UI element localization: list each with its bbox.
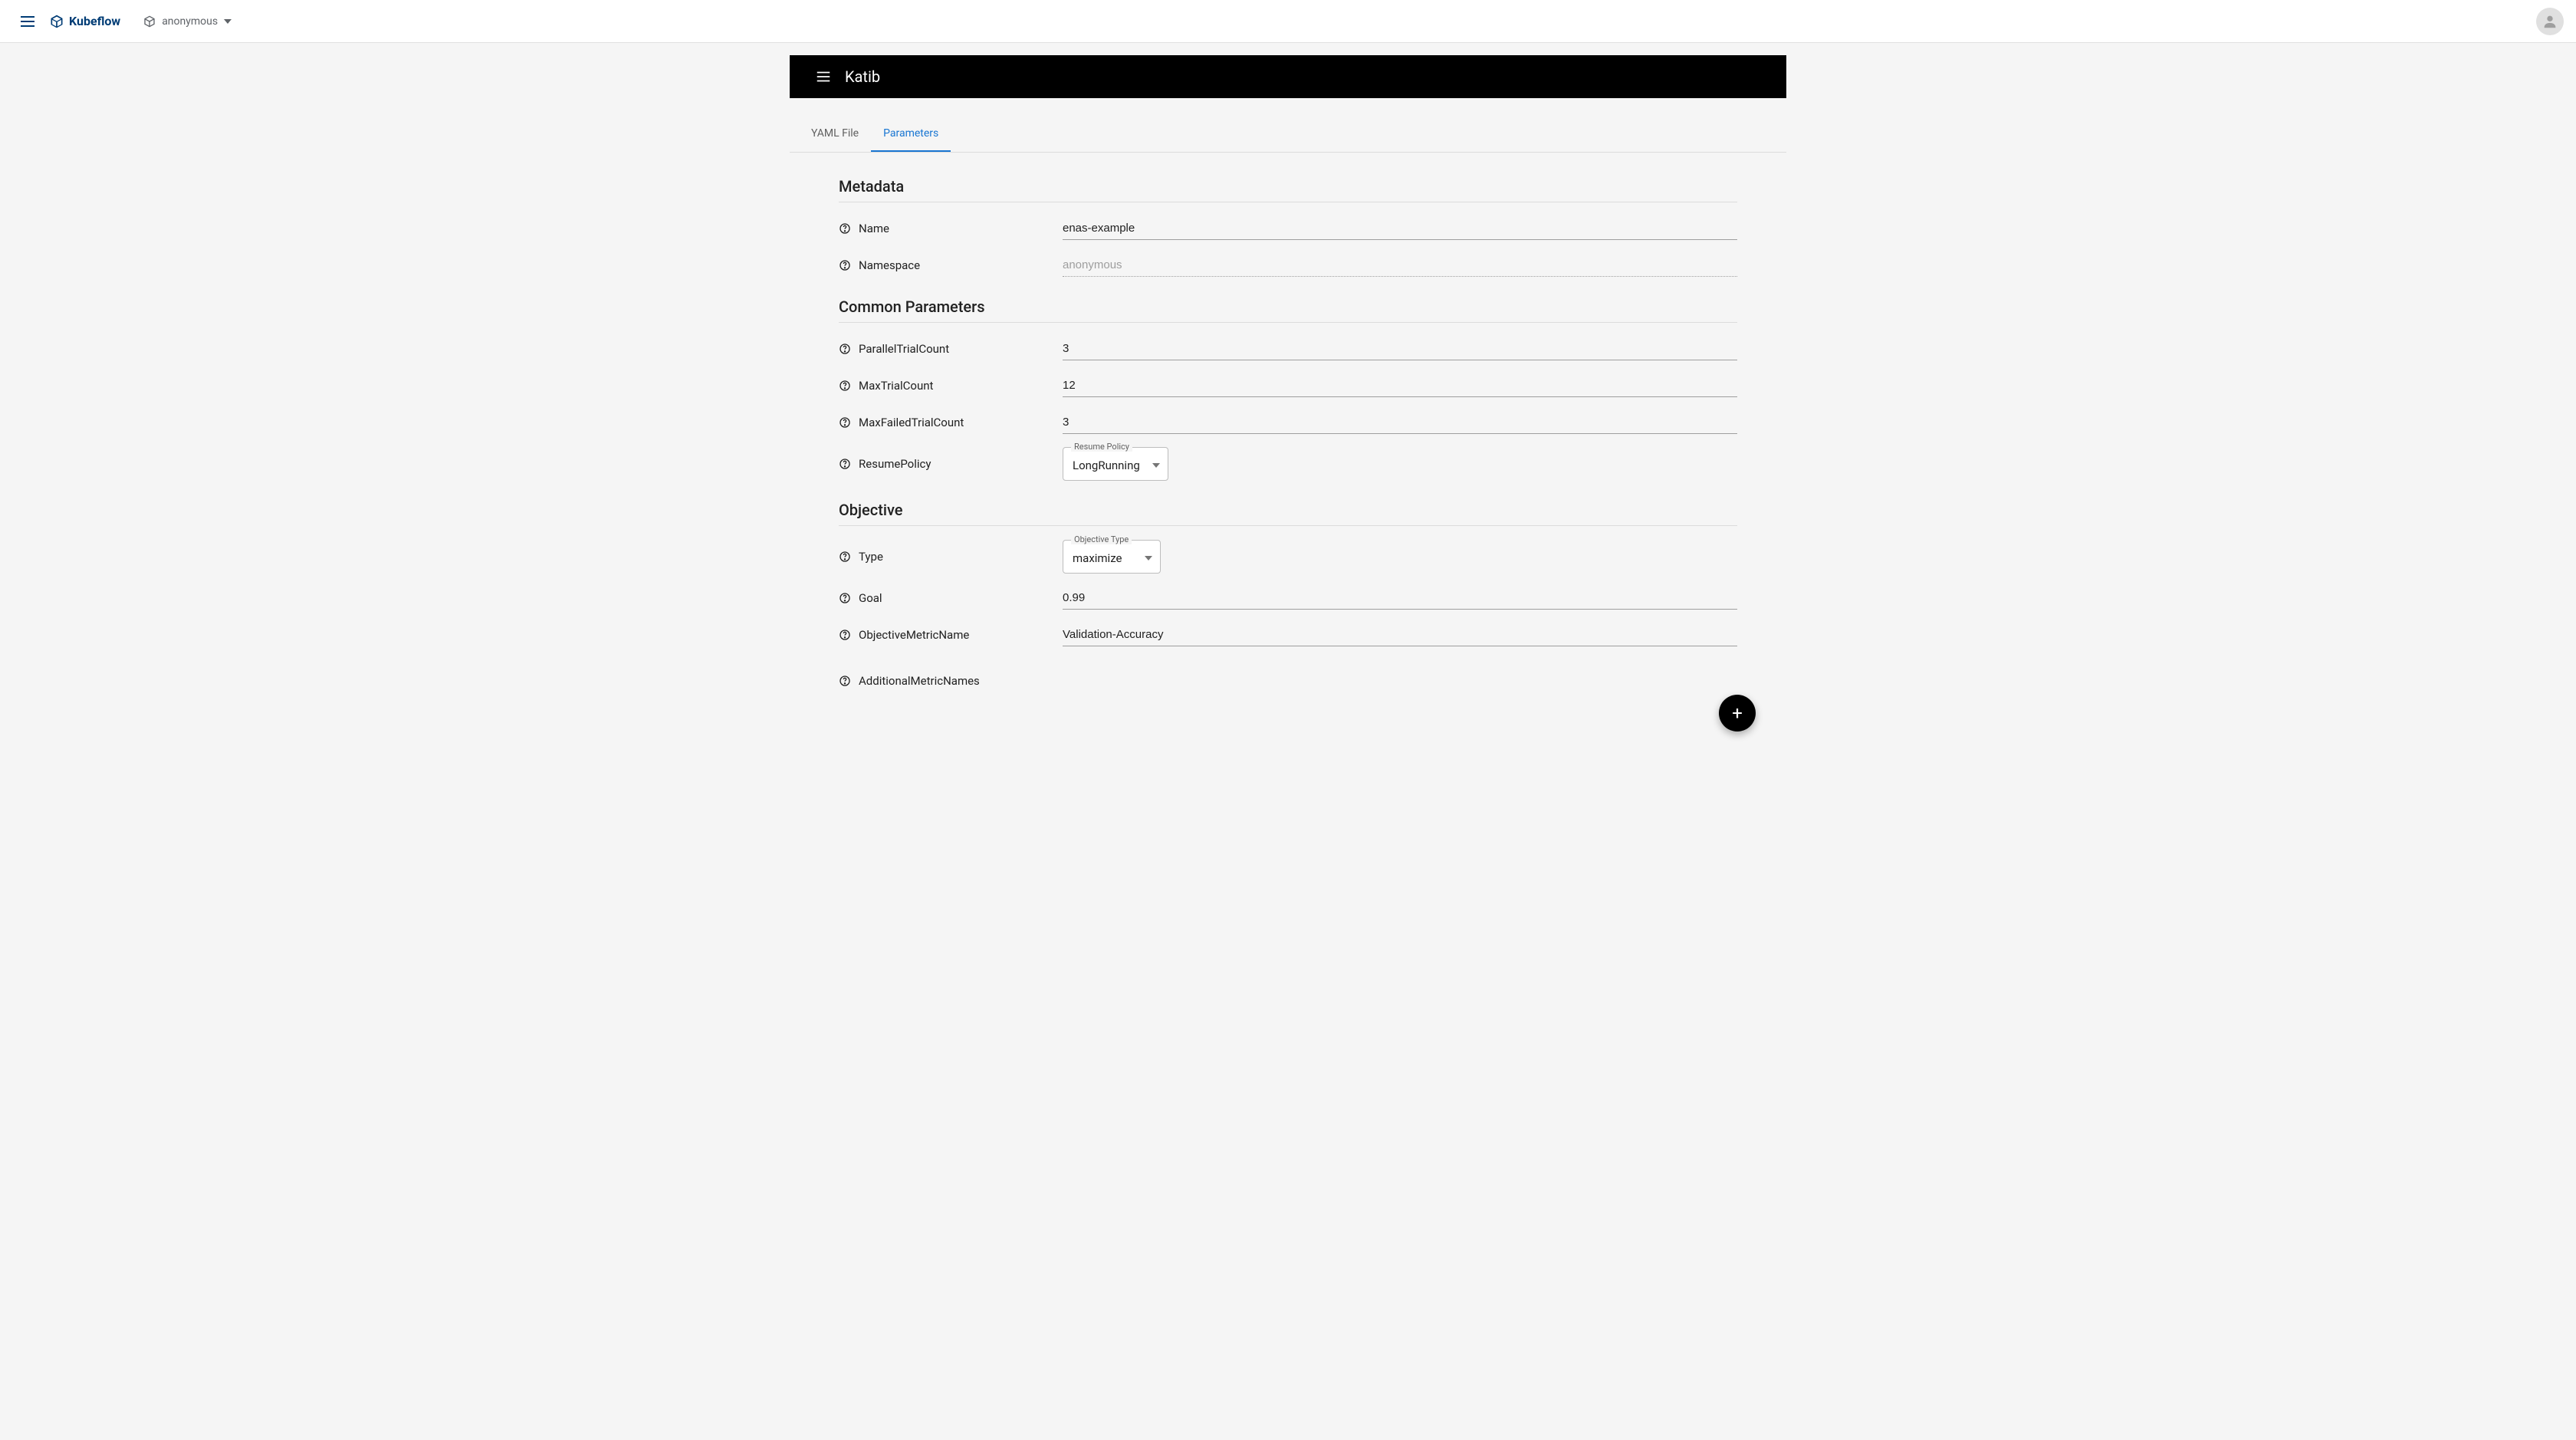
section-common-parameters: Common Parameters bbox=[839, 294, 1737, 323]
select-objective-type-value: maximize bbox=[1073, 551, 1122, 565]
label-parallel-trial-count: ParallelTrialCount bbox=[859, 342, 949, 356]
float-label-objective-type: Objective Type bbox=[1071, 534, 1132, 544]
help-icon[interactable] bbox=[839, 551, 851, 563]
help-icon[interactable] bbox=[839, 592, 851, 604]
label-additional-metric-names: AdditionalMetricNames bbox=[859, 674, 980, 688]
plus-icon: + bbox=[1732, 702, 1743, 724]
kubeflow-icon bbox=[49, 14, 64, 29]
add-fab-button[interactable]: + bbox=[1719, 695, 1756, 732]
row-objective-type: Type Objective Type maximize bbox=[839, 535, 1737, 578]
label-max-trial-count: MaxTrialCount bbox=[859, 379, 933, 393]
row-resume-policy: ResumePolicy Resume Policy LongRunning bbox=[839, 442, 1737, 485]
help-icon[interactable] bbox=[839, 416, 851, 429]
page-container: Katib YAML File Parameters Metadata Name… bbox=[790, 55, 1786, 747]
input-namespace bbox=[1063, 254, 1737, 277]
row-additional-metric-names: AdditionalMetricNames bbox=[839, 664, 1737, 698]
help-icon[interactable] bbox=[839, 343, 851, 355]
select-resume-policy[interactable]: Resume Policy LongRunning bbox=[1063, 447, 1168, 481]
form-area: Metadata Name Namespace Common Parameter… bbox=[790, 153, 1786, 747]
label-goal: Goal bbox=[859, 591, 882, 605]
katib-title: Katib bbox=[845, 67, 880, 86]
help-icon[interactable] bbox=[839, 675, 851, 687]
help-icon[interactable] bbox=[839, 259, 851, 271]
help-icon[interactable] bbox=[839, 458, 851, 470]
row-goal: Goal bbox=[839, 581, 1737, 615]
select-objective-type[interactable]: Objective Type maximize bbox=[1063, 540, 1161, 574]
help-icon[interactable] bbox=[839, 380, 851, 392]
row-max-failed-trial-count: MaxFailedTrialCount bbox=[839, 406, 1737, 439]
input-objective-metric-name[interactable] bbox=[1063, 623, 1737, 646]
label-objective-metric-name: ObjectiveMetricName bbox=[859, 628, 969, 642]
section-metadata: Metadata bbox=[839, 174, 1737, 202]
section-objective: Objective bbox=[839, 498, 1737, 526]
user-avatar[interactable] bbox=[2536, 8, 2564, 35]
input-max-trial-count[interactable] bbox=[1063, 374, 1737, 397]
hamburger-icon bbox=[18, 12, 37, 31]
caret-down-icon bbox=[224, 19, 232, 24]
help-icon[interactable] bbox=[839, 222, 851, 235]
namespace-selector[interactable]: anonymous bbox=[143, 15, 232, 28]
label-name: Name bbox=[859, 222, 889, 235]
input-parallel-trial-count[interactable] bbox=[1063, 337, 1737, 360]
input-goal[interactable] bbox=[1063, 587, 1737, 610]
tab-parameters[interactable]: Parameters bbox=[871, 117, 951, 152]
top-app-bar: Kubeflow anonymous bbox=[0, 0, 2576, 43]
tab-bar: YAML File Parameters bbox=[790, 117, 1786, 153]
main-menu-button[interactable] bbox=[12, 6, 43, 37]
label-objective-type: Type bbox=[859, 550, 883, 564]
row-name: Name bbox=[839, 212, 1737, 245]
row-max-trial-count: MaxTrialCount bbox=[839, 369, 1737, 403]
katib-menu-button[interactable] bbox=[808, 61, 839, 92]
cube-icon bbox=[143, 15, 156, 28]
tab-yaml-file[interactable]: YAML File bbox=[799, 117, 871, 152]
row-namespace: Namespace bbox=[839, 248, 1737, 282]
caret-down-icon bbox=[1152, 457, 1160, 471]
person-icon bbox=[2542, 13, 2558, 30]
caret-down-icon bbox=[1145, 550, 1152, 564]
float-label-resume-policy: Resume Policy bbox=[1071, 442, 1132, 452]
namespace-text: anonymous bbox=[162, 15, 218, 28]
select-resume-policy-value: LongRunning bbox=[1073, 459, 1140, 472]
row-parallel-trial-count: ParallelTrialCount bbox=[839, 332, 1737, 366]
label-resume-policy: ResumePolicy bbox=[859, 457, 931, 471]
katib-header: Katib bbox=[790, 55, 1786, 98]
help-icon[interactable] bbox=[839, 629, 851, 641]
kubeflow-logo[interactable]: Kubeflow bbox=[49, 14, 120, 29]
hamburger-icon bbox=[815, 68, 832, 85]
row-objective-metric-name: ObjectiveMetricName bbox=[839, 618, 1737, 652]
label-namespace: Namespace bbox=[859, 258, 920, 272]
input-max-failed-trial-count[interactable] bbox=[1063, 411, 1737, 434]
input-name[interactable] bbox=[1063, 217, 1737, 240]
label-max-failed-trial-count: MaxFailedTrialCount bbox=[859, 416, 964, 429]
brand-text: Kubeflow bbox=[69, 14, 120, 28]
